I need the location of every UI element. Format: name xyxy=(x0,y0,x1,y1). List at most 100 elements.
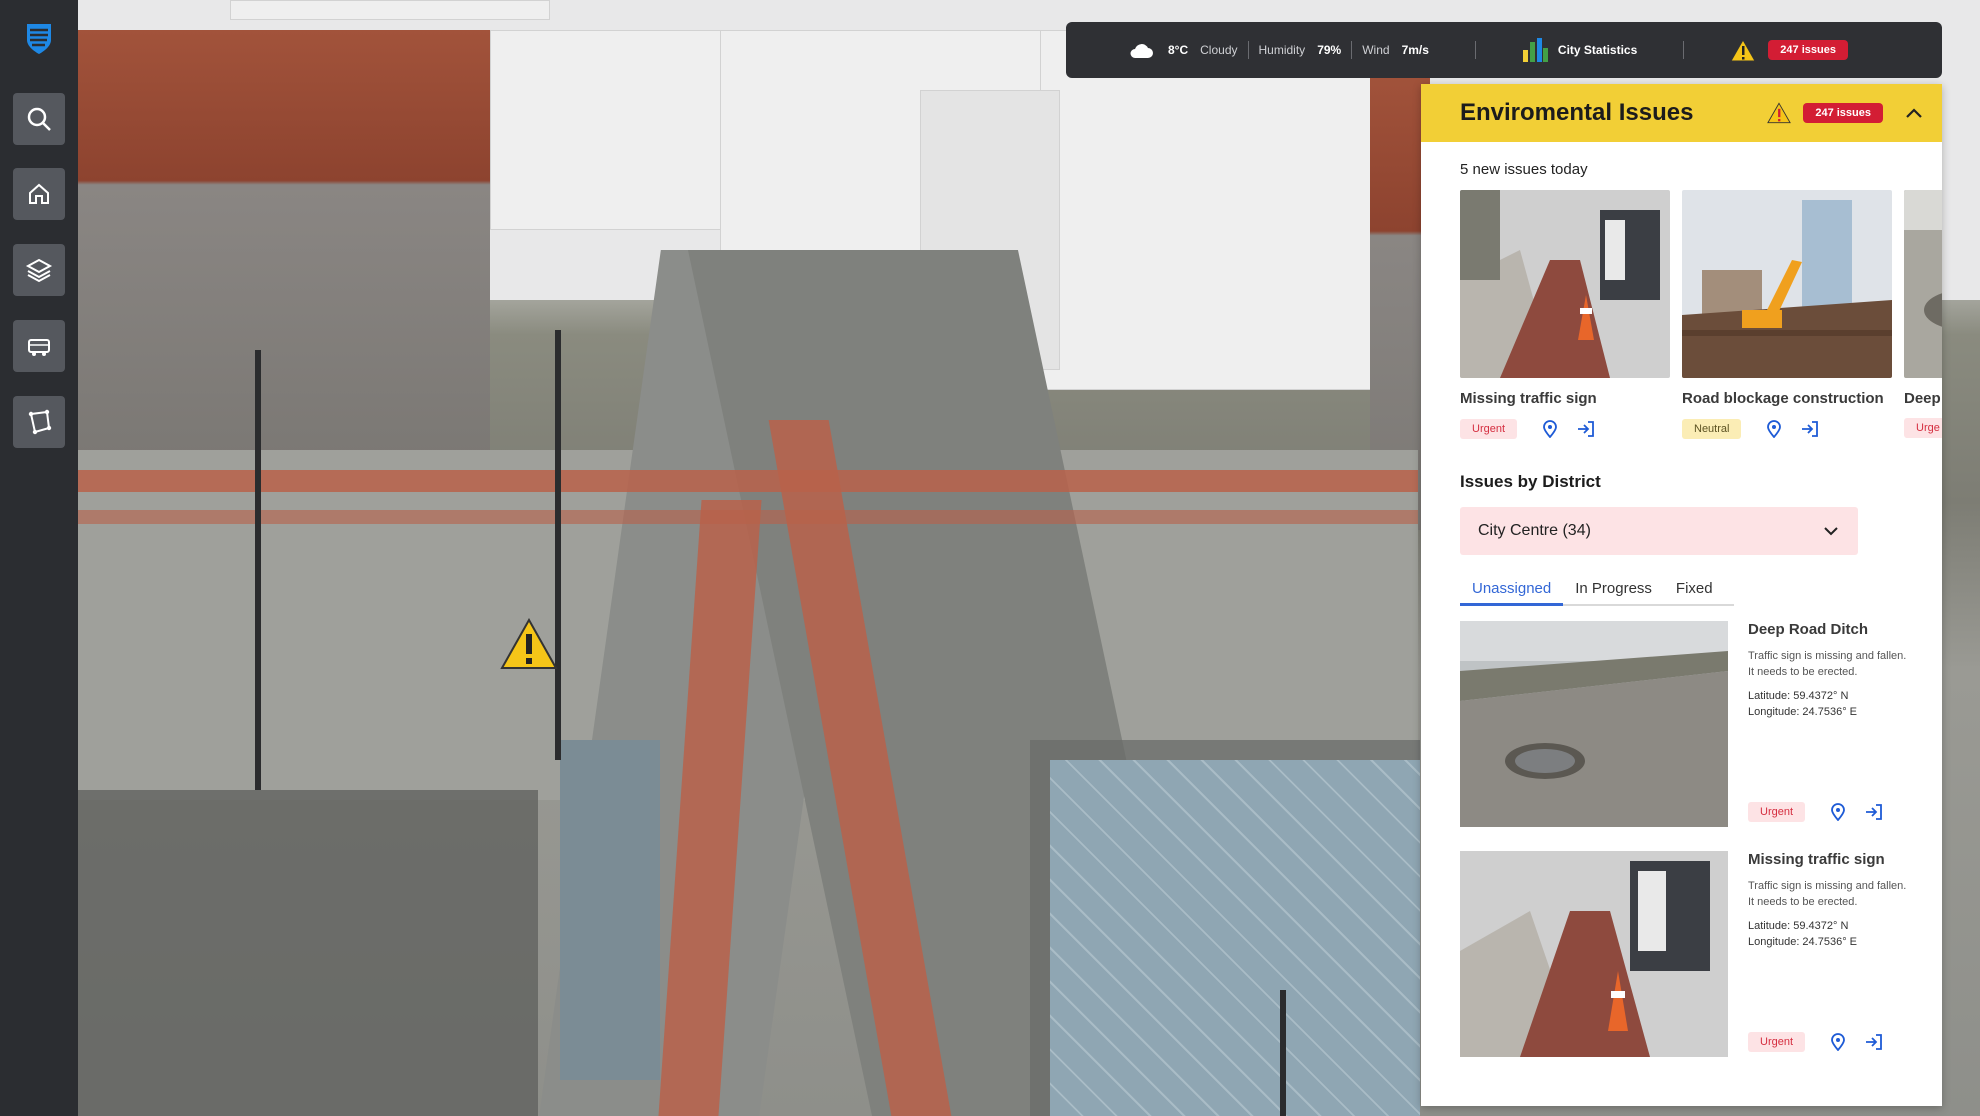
layers-icon xyxy=(25,258,53,283)
issue-title: Deep Road Ditch xyxy=(1748,621,1869,638)
issues-alert-button[interactable]: 247 issues xyxy=(1730,38,1848,62)
open-details-button[interactable] xyxy=(1575,418,1597,440)
warning-marker-icon[interactable] xyxy=(500,618,558,670)
tab-unassigned[interactable]: Unassigned xyxy=(1460,573,1564,606)
divider xyxy=(1351,41,1353,59)
wind-value: 7m/s xyxy=(1401,43,1429,57)
issue-photo xyxy=(1904,190,1942,378)
sidebar-item-transport[interactable] xyxy=(13,320,65,372)
issue-description: Traffic sign is missing and fallen. It n… xyxy=(1748,650,1907,678)
bike-lane xyxy=(78,510,1418,524)
warning-icon xyxy=(1767,102,1792,124)
locate-button[interactable] xyxy=(1827,801,1849,823)
issue-card-title: Deep xyxy=(1904,390,1941,407)
issues-count-badge: 247 issues xyxy=(1768,40,1848,60)
open-arrow-icon xyxy=(1802,421,1819,437)
open-details-button[interactable] xyxy=(1863,801,1885,823)
status-badge: Urgent xyxy=(1748,1032,1806,1052)
historic-building xyxy=(78,30,490,460)
street-lamp xyxy=(555,330,561,760)
building xyxy=(230,0,550,20)
collapse-chevron-up-icon[interactable] xyxy=(1905,107,1923,119)
issue-photo xyxy=(1460,621,1728,827)
street-lamp xyxy=(255,350,261,790)
new-issues-today: 5 new issues today xyxy=(1460,161,1588,178)
weather-condition: Cloudy xyxy=(1200,43,1238,57)
weather-widget: 8°C Cloudy Humidity 79% Wind 7m/s xyxy=(1128,41,1429,59)
panel-body: 5 new issues today Missing traffic sign … xyxy=(1421,161,1942,1081)
issue-list-item[interactable]: Deep Road Ditch Traffic sign is missing … xyxy=(1460,621,1942,851)
district-selected-value: City Centre (34) xyxy=(1478,522,1591,539)
issue-actions: Urgent xyxy=(1748,1031,1885,1053)
panel-header: Enviromental Issues 247 issues xyxy=(1421,84,1942,142)
city-statistics-button[interactable]: City Statistics xyxy=(1522,38,1637,62)
search-icon xyxy=(27,107,51,131)
tab-in-progress[interactable]: In Progress xyxy=(1563,573,1664,604)
divider xyxy=(1474,41,1476,59)
district-select[interactable]: City Centre (34) xyxy=(1460,507,1858,555)
issue-photo xyxy=(1460,190,1670,378)
issue-latitude: Latitude: 59.4372° N xyxy=(1748,690,1849,702)
divider xyxy=(1247,41,1249,59)
cloud-icon xyxy=(1130,44,1153,58)
issue-card[interactable]: Missing traffic sign Urgent xyxy=(1460,190,1670,440)
bike-lane xyxy=(78,470,1418,492)
issue-card[interactable]: Road blockage construction Neutral xyxy=(1682,190,1892,440)
map-pin-icon xyxy=(1831,1033,1845,1051)
open-details-button[interactable] xyxy=(1799,418,1821,440)
new-issues-carousel[interactable]: Missing traffic sign Urgent Road blockag… xyxy=(1460,190,1942,450)
chevron-down-icon xyxy=(1824,526,1838,535)
building xyxy=(490,30,740,230)
issue-info: Deep Road Ditch Traffic sign is missing … xyxy=(1748,621,1908,720)
sidebar-item-home[interactable] xyxy=(13,168,65,220)
issue-title: Missing traffic sign xyxy=(1748,851,1885,868)
status-badge: Urgent xyxy=(1460,419,1518,439)
issue-card-actions: Neutral xyxy=(1682,418,1892,440)
temperature: 8°C xyxy=(1168,43,1189,57)
issue-status-tabs: Unassigned In Progress Fixed xyxy=(1460,573,1734,606)
open-arrow-icon xyxy=(1866,1034,1882,1050)
glass-roof xyxy=(1050,760,1420,1116)
issue-card-actions: Urge xyxy=(1904,418,1942,438)
status-badge: Urge xyxy=(1904,418,1942,438)
map-pin-icon xyxy=(1831,803,1845,821)
bus-icon xyxy=(28,339,50,356)
open-details-button[interactable] xyxy=(1863,1031,1885,1053)
issue-longitude: Longitude: 24.7536° E xyxy=(1748,706,1857,718)
open-arrow-icon xyxy=(1578,421,1594,437)
street-lamp xyxy=(1280,990,1286,1116)
issue-card-actions: Urgent xyxy=(1460,418,1670,440)
shield-logo-icon xyxy=(27,24,51,54)
sidebar xyxy=(0,0,78,1116)
sidebar-item-area[interactable] xyxy=(13,396,65,448)
locate-button[interactable] xyxy=(1763,418,1785,440)
warning-icon xyxy=(1730,38,1757,61)
sidebar-item-search[interactable] xyxy=(13,93,65,145)
brand-logo[interactable] xyxy=(0,0,78,78)
locate-button[interactable] xyxy=(1539,418,1561,440)
environmental-issues-panel: Enviromental Issues 247 issues 5 new iss… xyxy=(1421,84,1942,1106)
panel-issues-badge: 247 issues xyxy=(1803,103,1883,123)
sidebar-item-layers[interactable] xyxy=(13,244,65,296)
issue-actions: Urgent xyxy=(1748,801,1885,823)
issue-description: Traffic sign is missing and fallen. It n… xyxy=(1748,880,1907,908)
issue-longitude: Longitude: 24.7536° E xyxy=(1748,936,1857,948)
humidity-value: 79% xyxy=(1317,43,1342,57)
issue-card[interactable]: Deep Urge xyxy=(1904,190,1942,438)
open-arrow-icon xyxy=(1866,804,1882,820)
home-icon xyxy=(29,183,49,204)
status-badge: Urgent xyxy=(1748,802,1806,822)
panel-title: Enviromental Issues xyxy=(1460,99,1694,126)
glass-structure xyxy=(560,740,660,1080)
issue-latitude: Latitude: 59.4372° N xyxy=(1748,920,1849,932)
issue-photo xyxy=(1682,190,1892,378)
issue-card-title: Missing traffic sign xyxy=(1460,390,1597,407)
divider xyxy=(1683,41,1685,59)
issue-list-item[interactable]: Missing traffic sign Traffic sign is mis… xyxy=(1460,851,1942,1081)
tab-fixed[interactable]: Fixed xyxy=(1664,573,1725,604)
locate-button[interactable] xyxy=(1827,1031,1849,1053)
map-pin-icon xyxy=(1767,420,1782,438)
top-status-bar: 8°C Cloudy Humidity 79% Wind 7m/s City S… xyxy=(1066,22,1942,78)
humidity-label: Humidity xyxy=(1258,43,1306,57)
polygon-tool-icon xyxy=(28,409,52,435)
